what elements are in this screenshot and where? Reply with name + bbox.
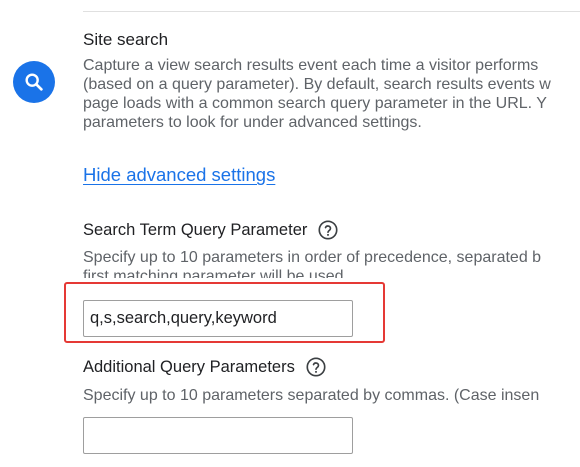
section-description: Capture a view search results event each… <box>83 56 580 132</box>
help-icon[interactable] <box>305 356 327 378</box>
hide-advanced-settings-link[interactable]: Hide advanced settings <box>83 163 275 187</box>
hint-line: Specify up to 10 parameters in order of … <box>83 249 542 266</box>
search-icon <box>13 61 55 103</box>
search-term-param-input[interactable] <box>83 300 353 337</box>
description-line: Capture a view search results event each… <box>83 57 539 74</box>
hint-line: first matching parameter will be used. <box>83 268 348 278</box>
additional-params-hint: Specify up to 10 parameters separated by… <box>83 387 540 404</box>
search-term-param-hint: Specify up to 10 parameters in order of … <box>83 248 580 278</box>
additional-params-input[interactable] <box>83 417 353 454</box>
description-line: (based on a query parameter). By default… <box>83 76 551 93</box>
section-divider <box>83 11 580 12</box>
search-term-param-label: Search Term Query Parameter <box>83 219 339 241</box>
site-search-settings-panel: Site search Capture a view search result… <box>0 0 580 467</box>
section-title: Site search <box>83 30 169 49</box>
help-icon[interactable] <box>317 219 339 241</box>
search-term-param-label-text: Search Term Query Parameter <box>83 221 308 239</box>
description-line: page loads with a common search query pa… <box>83 95 547 112</box>
additional-params-label: Additional Query Parameters <box>83 356 327 378</box>
additional-params-label-text: Additional Query Parameters <box>83 358 295 376</box>
description-line: parameters to look for under advanced se… <box>83 114 422 131</box>
